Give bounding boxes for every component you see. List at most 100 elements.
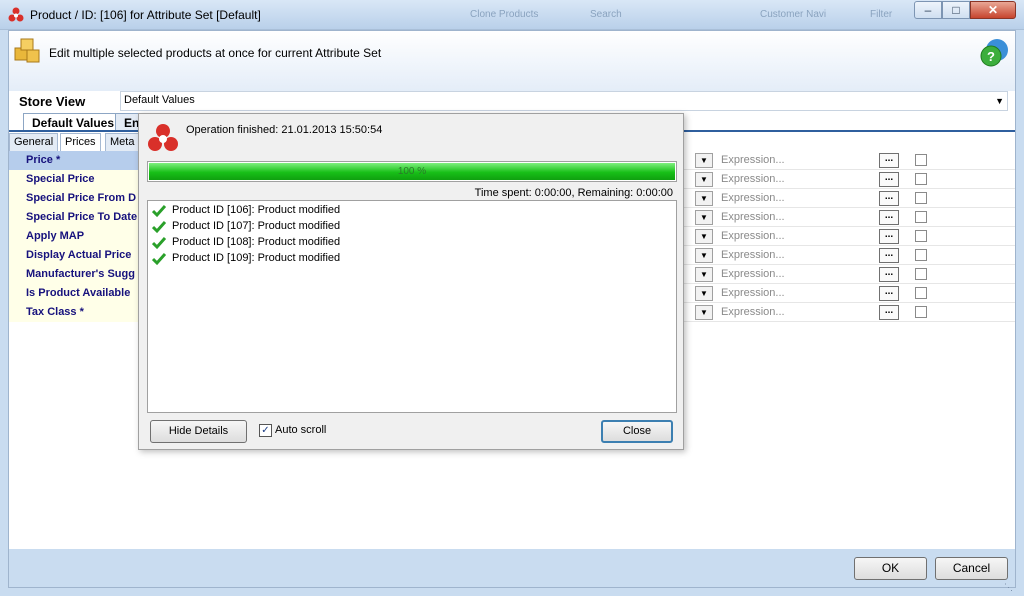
header-band: Edit multiple selected products at once … xyxy=(9,31,1015,91)
footer-bar: OK Cancel xyxy=(9,549,1015,587)
dropdown-button[interactable]: ▼ xyxy=(695,248,713,263)
app-logo-icon xyxy=(8,7,24,22)
checkmark-icon xyxy=(152,221,166,234)
resize-grip-icon[interactable]: ⋱ xyxy=(1004,582,1018,594)
ellipsis-button[interactable]: ... xyxy=(879,267,899,282)
store-view-label: Store View xyxy=(19,94,86,109)
dropdown-button[interactable]: ▼ xyxy=(695,210,713,225)
ellipsis-button[interactable]: ... xyxy=(879,153,899,168)
ellipsis-button[interactable]: ... xyxy=(879,305,899,320)
attribute-checkbox[interactable] xyxy=(915,173,927,185)
chevron-down-icon: ▼ xyxy=(995,96,1004,106)
store-view-select[interactable]: Default Values ▼ xyxy=(120,91,1008,111)
attribute-checkbox[interactable] xyxy=(915,230,927,242)
cancel-label: Cancel xyxy=(952,561,991,575)
log-text: Product ID [108]: Product modified xyxy=(172,236,341,248)
attribute-label: Manufacturer's Sugg xyxy=(9,265,139,284)
hide-details-label: Hide Details xyxy=(168,425,229,437)
maximize-button[interactable]: □ xyxy=(942,1,970,19)
close-button[interactable]: Close xyxy=(601,420,673,443)
tab-prices[interactable]: Prices xyxy=(60,133,101,151)
tab-label: Prices xyxy=(65,136,96,148)
list-item: Product ID [107]: Product modified xyxy=(152,219,676,235)
dropdown-button[interactable]: ▼ xyxy=(695,229,713,244)
auto-scroll-label: Auto scroll xyxy=(275,424,327,436)
tab-label: Default Values xyxy=(32,116,115,130)
background-window-text: Customer Navi xyxy=(760,9,827,20)
attribute-label: Price * xyxy=(9,151,139,170)
boxes-icon xyxy=(14,38,40,63)
help-icon[interactable]: ? xyxy=(979,37,1011,69)
dropdown-button[interactable]: ▼ xyxy=(695,191,713,206)
close-label: Close xyxy=(622,425,652,437)
dropdown-button[interactable]: ▼ xyxy=(695,286,713,301)
operation-dialog: Operation finished: 21.01.2013 15:50:54 … xyxy=(138,113,684,450)
store-view-value: Default Values xyxy=(124,94,195,106)
ellipsis-button[interactable]: ... xyxy=(879,229,899,244)
attribute-checkbox[interactable] xyxy=(915,306,927,318)
log-text: Product ID [109]: Product modified xyxy=(172,252,341,264)
auto-scroll-checkbox[interactable]: ✓ xyxy=(259,424,272,437)
expression-placeholder[interactable]: Expression... xyxy=(721,287,785,299)
expression-placeholder[interactable]: Expression... xyxy=(721,192,785,204)
list-item: Product ID [106]: Product modified xyxy=(152,203,676,219)
close-window-button[interactable]: ✕ xyxy=(970,1,1016,19)
log-text: Product ID [106]: Product modified xyxy=(172,204,341,216)
ok-button[interactable]: OK xyxy=(854,557,927,580)
checkmark-icon xyxy=(152,237,166,250)
tab-label: General xyxy=(14,136,54,148)
expression-placeholder[interactable]: Expression... xyxy=(721,154,785,166)
attribute-checkbox[interactable] xyxy=(915,287,927,299)
ellipsis-button[interactable]: ... xyxy=(879,191,899,206)
expression-placeholder[interactable]: Expression... xyxy=(721,306,785,318)
maximize-icon: □ xyxy=(952,3,960,17)
dropdown-button[interactable]: ▼ xyxy=(695,305,713,320)
ellipsis-button[interactable]: ... xyxy=(879,172,899,187)
attribute-label: Display Actual Price xyxy=(9,246,139,265)
minimize-button[interactable]: – xyxy=(914,1,942,19)
expression-placeholder[interactable]: Expression... xyxy=(721,230,785,242)
dropdown-button[interactable]: ▼ xyxy=(695,267,713,282)
window-title: Product / ID: [106] for Attribute Set [D… xyxy=(30,8,261,22)
hide-details-button[interactable]: Hide Details xyxy=(150,420,247,443)
checkmark-icon xyxy=(152,253,166,266)
progress-bar: 100 % xyxy=(147,161,677,182)
cancel-button[interactable]: Cancel xyxy=(935,557,1008,580)
expression-placeholder[interactable]: Expression... xyxy=(721,211,785,223)
expression-placeholder[interactable]: Expression... xyxy=(721,268,785,280)
header-description: Edit multiple selected products at once … xyxy=(49,46,382,60)
dropdown-button[interactable]: ▼ xyxy=(695,172,713,187)
attribute-checkbox[interactable] xyxy=(915,154,927,166)
check-icon: ✓ xyxy=(261,425,270,436)
checkmark-icon xyxy=(152,205,166,218)
ellipsis-button[interactable]: ... xyxy=(879,210,899,225)
ellipsis-button[interactable]: ... xyxy=(879,248,899,263)
attribute-checkbox[interactable] xyxy=(915,249,927,261)
tab-general[interactable]: General xyxy=(9,133,59,151)
progress-percent: 100 % xyxy=(397,166,427,177)
log-list[interactable]: Product ID [106]: Product modified Produ… xyxy=(147,200,677,413)
close-icon: ✕ xyxy=(987,3,999,17)
time-info: Time spent: 0:00:00, Remaining: 0:00:00 xyxy=(474,187,673,199)
minimize-icon: – xyxy=(924,3,932,17)
background-window-text: Search xyxy=(590,9,622,20)
expression-placeholder[interactable]: Expression... xyxy=(721,249,785,261)
attribute-checkbox[interactable] xyxy=(915,211,927,223)
background-window-text: Clone Products xyxy=(470,9,539,20)
attribute-label: Apply MAP xyxy=(9,227,139,246)
expression-placeholder[interactable]: Expression... xyxy=(721,173,785,185)
attribute-checkbox[interactable] xyxy=(915,192,927,204)
ok-label: OK xyxy=(881,561,900,575)
list-item: Product ID [109]: Product modified xyxy=(152,251,676,267)
ellipsis-button[interactable]: ... xyxy=(879,286,899,301)
svg-text:?: ? xyxy=(987,49,995,64)
attribute-label: Tax Class * xyxy=(9,303,139,322)
attribute-label: Special Price xyxy=(9,170,139,189)
operation-status: Operation finished: 21.01.2013 15:50:54 xyxy=(186,124,383,136)
title-bar: Product / ID: [106] for Attribute Set [D… xyxy=(0,0,1024,30)
attribute-label: Special Price To Date xyxy=(9,208,139,227)
tab-default-values[interactable]: Default Values xyxy=(23,113,124,131)
attribute-checkbox[interactable] xyxy=(915,268,927,280)
dropdown-button[interactable]: ▼ xyxy=(695,153,713,168)
attribute-label: Special Price From D xyxy=(9,189,139,208)
